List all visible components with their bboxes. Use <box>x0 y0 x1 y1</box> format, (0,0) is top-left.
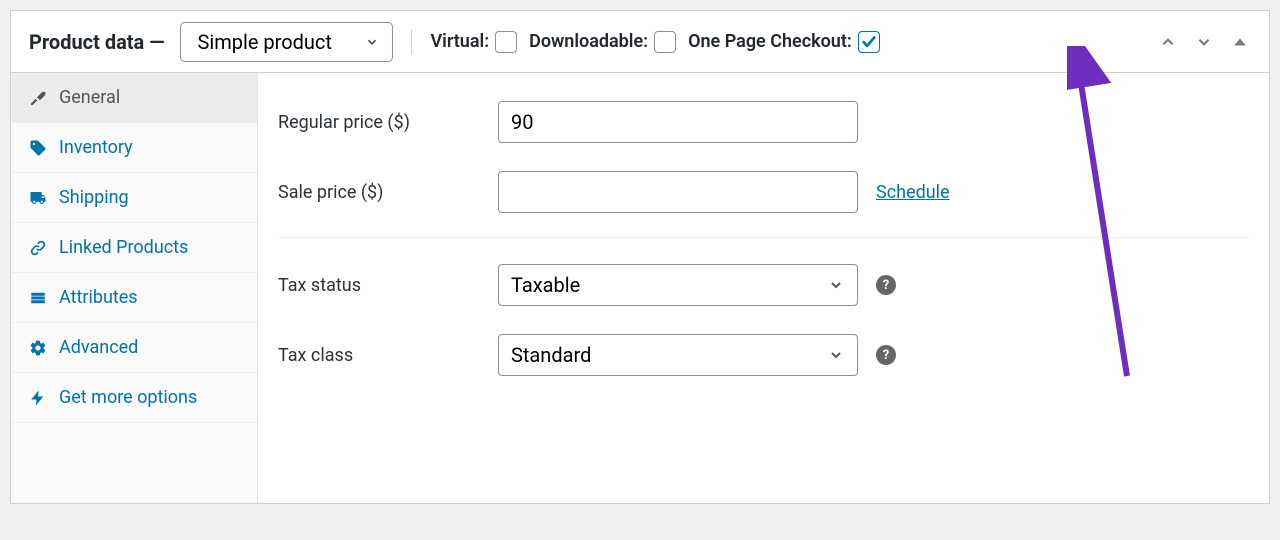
move-up-button[interactable] <box>1157 31 1179 53</box>
regular-price-label: Regular price ($) <box>278 112 498 133</box>
tax-class-select[interactable]: Standard <box>498 334 858 376</box>
collapse-button[interactable] <box>1229 31 1251 53</box>
tax-status-label: Tax status <box>278 275 498 296</box>
sidebar-tab-shipping[interactable]: Shipping <box>11 173 257 223</box>
move-down-button[interactable] <box>1193 31 1215 53</box>
sidebar-item-label: Get more options <box>59 387 197 408</box>
caret-up-icon <box>1233 35 1247 49</box>
sidebar-tab-advanced[interactable]: Advanced <box>11 323 257 373</box>
panel-header: Product data — Simple product Virtual: D… <box>11 11 1269 73</box>
schedule-link[interactable]: Schedule <box>876 182 950 203</box>
general-tab-content: Regular price ($) Sale price ($) Schedul… <box>258 73 1269 503</box>
chevron-up-icon <box>1159 33 1177 51</box>
panel-controls <box>1157 31 1251 53</box>
sale-price-label: Sale price ($) <box>278 182 498 203</box>
sidebar-item-label: Shipping <box>59 187 129 208</box>
wrench-icon <box>29 89 47 107</box>
downloadable-checkbox[interactable] <box>654 31 676 53</box>
link-icon <box>29 239 47 257</box>
sidebar-tab-linked-products[interactable]: Linked Products <box>11 223 257 273</box>
bolt-icon <box>29 389 47 407</box>
sale-price-input[interactable] <box>498 171 858 213</box>
sidebar-item-label: Linked Products <box>59 237 188 258</box>
sidebar-tab-get-more-options[interactable]: Get more options <box>11 373 257 423</box>
tag-icon <box>29 139 47 157</box>
sidebar-tab-inventory[interactable]: Inventory <box>11 123 257 173</box>
gear-icon <box>29 339 47 357</box>
one-page-checkout-checkbox[interactable] <box>858 31 880 53</box>
chevron-down-icon <box>1195 33 1213 51</box>
product-type-select[interactable]: Simple product <box>180 22 393 62</box>
virtual-checkbox-label: Virtual: <box>430 31 489 52</box>
sidebar: General Inventory Shipping Linked Produc… <box>11 73 258 503</box>
tax-class-label: Tax class <box>278 345 498 366</box>
sidebar-tab-attributes[interactable]: Attributes <box>11 273 257 323</box>
sidebar-tab-general[interactable]: General <box>11 73 257 123</box>
help-icon[interactable]: ? <box>876 275 896 295</box>
panel-body: General Inventory Shipping Linked Produc… <box>11 73 1269 503</box>
panel-title: Product data — <box>29 30 164 54</box>
virtual-checkbox[interactable] <box>495 31 517 53</box>
sidebar-item-label: Inventory <box>59 137 133 158</box>
truck-icon <box>29 189 47 207</box>
downloadable-checkbox-label: Downloadable: <box>529 31 648 52</box>
regular-price-input[interactable] <box>498 101 858 143</box>
product-data-panel: Product data — Simple product Virtual: D… <box>10 10 1270 504</box>
tax-status-select[interactable]: Taxable <box>498 264 858 306</box>
sidebar-item-label: General <box>59 87 120 108</box>
help-icon[interactable]: ? <box>876 345 896 365</box>
one-page-checkout-label: One Page Checkout: <box>688 31 852 52</box>
list-icon <box>29 289 47 307</box>
sidebar-item-label: Attributes <box>59 287 138 308</box>
divider <box>411 29 412 55</box>
sidebar-item-label: Advanced <box>59 337 138 358</box>
